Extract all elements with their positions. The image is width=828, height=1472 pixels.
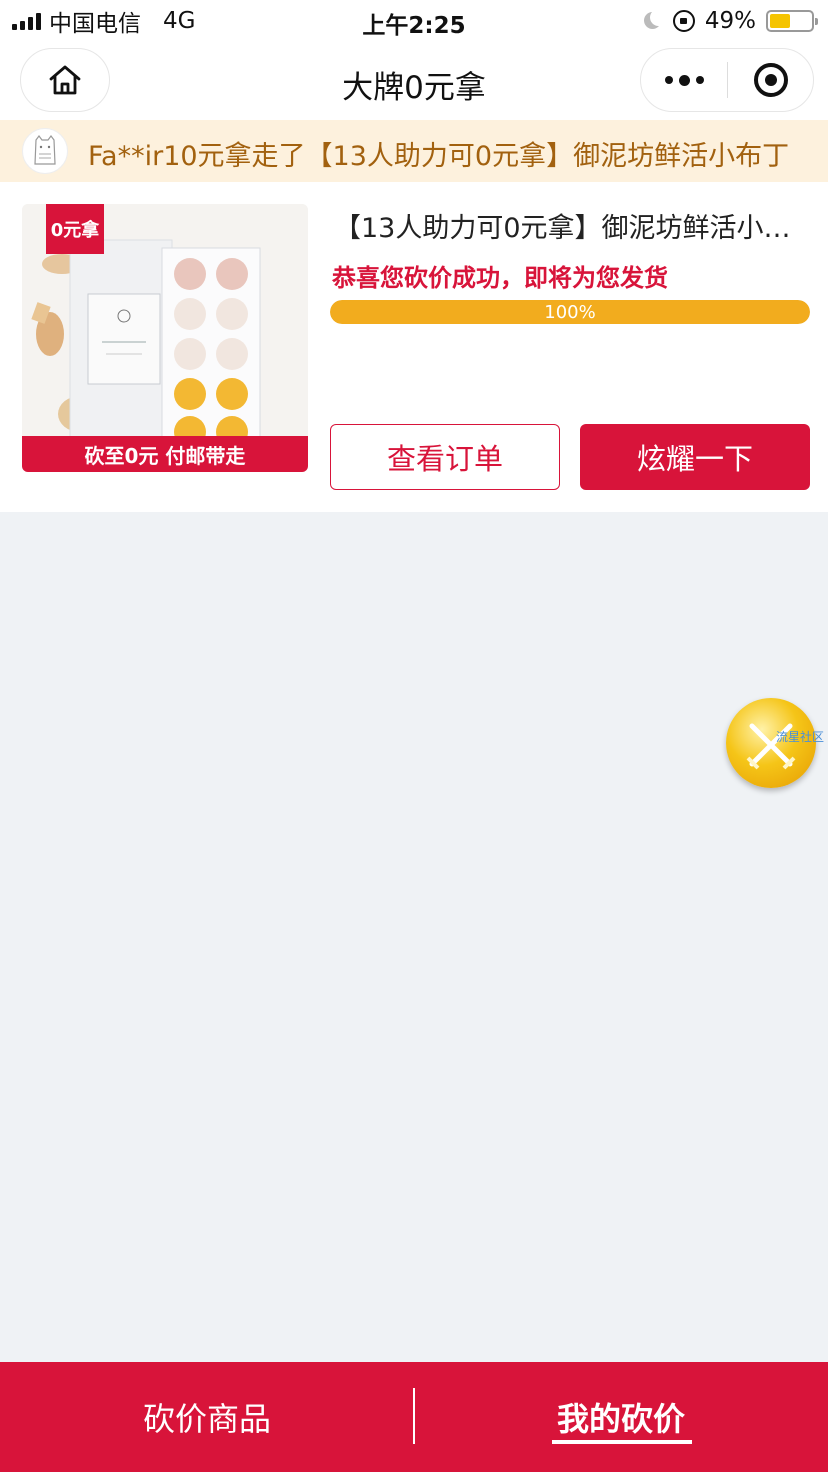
tab-label: 砍价商品 (142, 1400, 271, 1438)
target-icon (753, 63, 788, 97)
avatar-icon (34, 135, 56, 165)
floating-label: 流星社区 (776, 730, 825, 744)
bargain-status: 恭喜您砍价成功，即将为您发货 (332, 264, 668, 292)
more-button[interactable] (641, 49, 727, 111)
active-tab-indicator (552, 1440, 692, 1444)
share-button[interactable]: 炫耀一下 (580, 424, 810, 490)
battery-icon (766, 10, 818, 32)
tab-divider (413, 1388, 415, 1444)
battery-percent: 49% (704, 8, 756, 34)
tab-bargain-products[interactable]: 砍价商品 (0, 1362, 414, 1472)
close-button[interactable] (728, 49, 813, 111)
notice-text: Fa**ir10元拿走了【13人助力可0元拿】御泥坊鲜活小布丁 (88, 141, 790, 172)
product-title[interactable]: 【13人助力可0元拿】御泥坊鲜活小布丁 (334, 206, 808, 245)
avatar (22, 128, 68, 174)
mini-program-capsule (640, 48, 814, 112)
product-image[interactable]: 0元拿 砍至0元 付邮带走 (22, 204, 308, 472)
product-image-footer: 砍至0元 付邮带走 (22, 436, 308, 472)
status-bar: 中国电信 4G 上午2:25 49% (0, 0, 828, 44)
tab-label: 我的砍价 (556, 1400, 685, 1438)
product-card[interactable]: 0元拿 砍至0元 付邮带走 【13人助力可0元拿】御泥坊鲜活小布丁 恭喜您砍价成… (0, 182, 828, 512)
progress-label: 100% (544, 301, 596, 323)
dot (695, 76, 704, 84)
bargain-progress-bar: 100% (330, 300, 810, 324)
nav-bar: 大牌0元拿 (0, 44, 828, 120)
notice-bar: Fa**ir10元拿走了【13人助力可0元拿】御泥坊鲜活小布丁 (0, 120, 828, 182)
orientation-lock-icon (672, 10, 695, 32)
status-right: 49% (643, 6, 818, 36)
dot (678, 74, 690, 86)
tab-my-bargains[interactable]: 我的砍价 (414, 1362, 828, 1472)
dot (664, 76, 673, 84)
zero-price-tag: 0元拿 (46, 204, 104, 254)
do-not-disturb-icon (643, 9, 667, 31)
battery-level (770, 14, 790, 28)
view-order-button[interactable]: 查看订单 (330, 424, 560, 490)
